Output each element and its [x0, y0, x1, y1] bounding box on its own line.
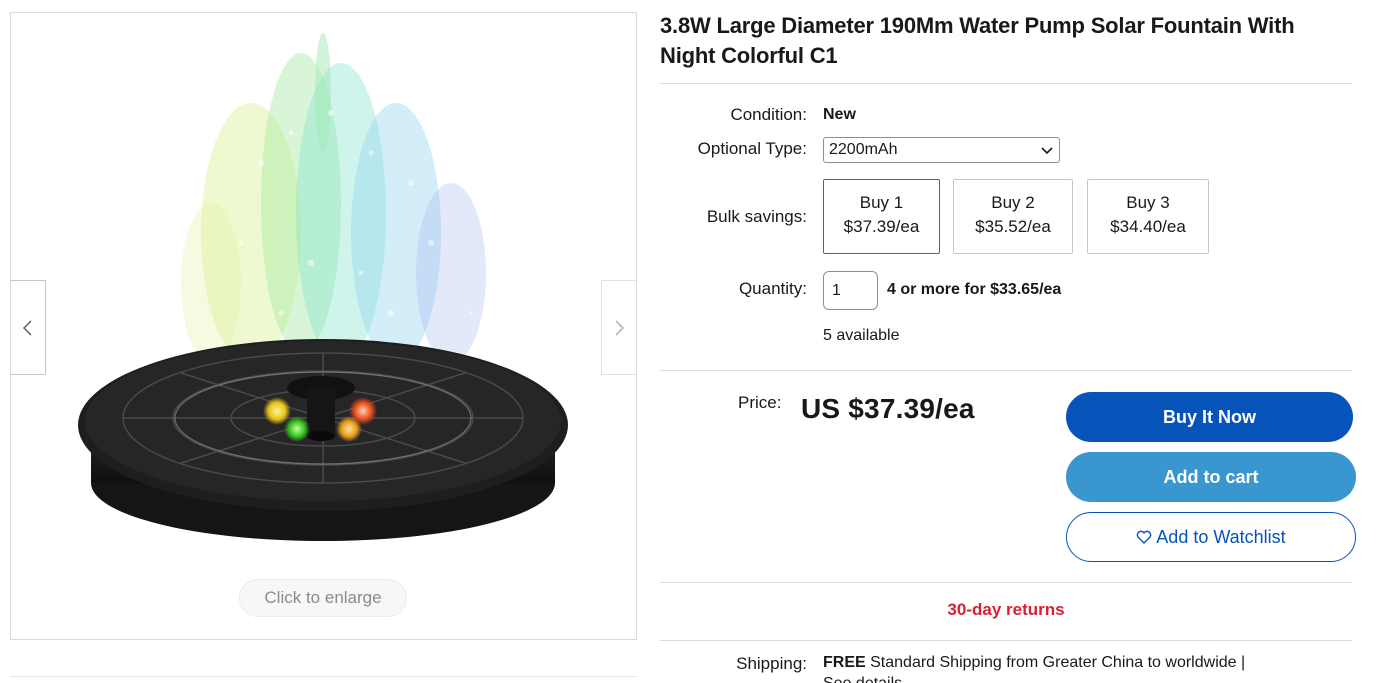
buy-it-now-button[interactable]: Buy It Now	[1066, 392, 1353, 442]
bulk-savings-label: Bulk savings:	[706, 207, 807, 226]
heart-icon	[1137, 530, 1152, 544]
shipping-text: Standard Shipping from Greater China to …	[870, 654, 1246, 671]
chevron-right-icon	[615, 319, 625, 336]
quantity-label: Quantity:	[738, 279, 807, 298]
divider	[660, 370, 1352, 371]
shipping-info: FREE Standard Shipping from Greater Chin…	[823, 654, 1245, 672]
bulk-option-buy-3[interactable]: Buy 3 $34.40/ea	[1087, 179, 1209, 254]
price-value: US $37.39/ea	[801, 393, 975, 424]
optional-type-select[interactable]: 2200mAh	[823, 137, 1060, 163]
divider	[660, 582, 1352, 583]
price-label: Price:	[738, 393, 782, 412]
bulk-option-qty: Buy 1	[859, 193, 904, 212]
optional-type-selected: 2200mAh	[829, 141, 898, 158]
condition-label: Condition:	[730, 105, 807, 124]
bulk-option-buy-2[interactable]: Buy 2 $35.52/ea	[953, 179, 1073, 254]
image-gallery: Click to enlarge	[10, 12, 637, 640]
previous-image-button[interactable]	[11, 280, 46, 375]
returns-policy[interactable]: 30-day returns	[660, 600, 1352, 620]
shipping-see-details-link[interactable]: See details	[823, 675, 902, 683]
add-to-cart-button[interactable]: Add to cart	[1066, 452, 1356, 502]
bulk-option-price: $35.52/ea	[975, 217, 1051, 236]
add-to-watchlist-button[interactable]: Add to Watchlist	[1066, 512, 1356, 562]
divider	[10, 676, 637, 677]
chevron-left-icon	[22, 319, 32, 336]
divider	[660, 83, 1352, 84]
quantity-deal-text: 4 or more for $33.65/ea	[887, 281, 1062, 298]
chevron-down-icon	[1041, 147, 1053, 155]
divider	[660, 640, 1352, 641]
product-title: 3.8W Large Diameter 190Mm Water Pump Sol…	[660, 13, 1295, 68]
condition-value: New	[823, 106, 856, 123]
shipping-label: Shipping:	[736, 654, 807, 673]
click-to-enlarge-button[interactable]: Click to enlarge	[239, 579, 407, 617]
bulk-option-buy-1[interactable]: Buy 1 $37.39/ea	[823, 179, 940, 254]
product-image[interactable]	[11, 13, 636, 639]
shipping-free: FREE	[823, 654, 866, 671]
bulk-option-qty: Buy 2	[991, 193, 1035, 212]
quantity-input[interactable]: 1	[823, 271, 878, 310]
available-count: 5 available	[823, 327, 900, 344]
bulk-option-qty: Buy 3	[1126, 193, 1170, 212]
bulk-option-price: $37.39/ea	[843, 217, 920, 236]
optional-type-label: Optional Type:	[697, 139, 807, 158]
add-to-watchlist-label: Add to Watchlist	[1156, 526, 1286, 547]
bulk-option-price: $34.40/ea	[1110, 217, 1186, 236]
next-image-button[interactable]	[601, 280, 636, 375]
